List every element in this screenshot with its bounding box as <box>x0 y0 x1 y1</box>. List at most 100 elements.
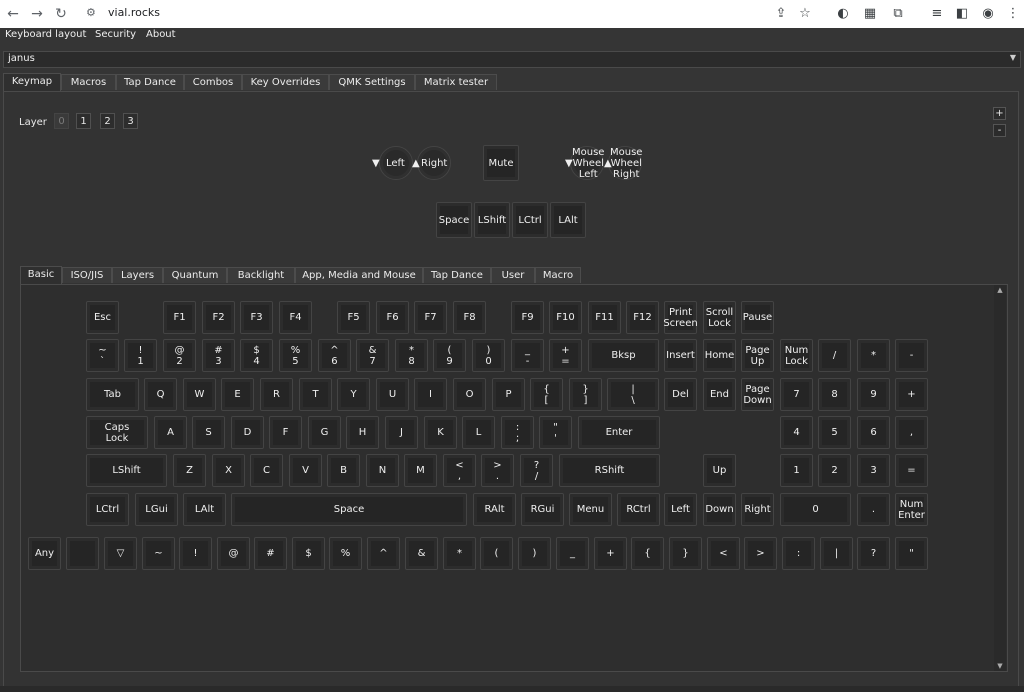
menu-security[interactable]: Security <box>95 29 136 40</box>
keycode-key[interactable]: D <box>231 416 264 449</box>
keycode-key[interactable]: - <box>895 339 928 372</box>
keycode-key[interactable]: 3 <box>857 454 890 487</box>
keycode-key[interactable]: Up <box>703 454 736 487</box>
keycode-key[interactable]: } <box>669 537 702 570</box>
keycode-key[interactable]: F1 <box>163 301 196 334</box>
layer-button-2[interactable]: 2 <box>100 113 115 129</box>
keycode-key[interactable]: Page Down <box>741 378 774 411</box>
keycode-key[interactable]: ) <box>518 537 551 570</box>
tab-qmk-settings[interactable]: QMK Settings <box>329 74 415 90</box>
keycode-key[interactable]: > <box>744 537 777 570</box>
keycode-key[interactable]: Down <box>703 493 736 526</box>
keycode-key[interactable]: _ <box>556 537 589 570</box>
keycode-key[interactable]: ( <box>480 537 513 570</box>
keycode-key[interactable]: % <box>329 537 362 570</box>
keycode-key[interactable]: = <box>895 454 928 487</box>
keycode-key[interactable]: F6 <box>376 301 409 334</box>
keycode-key[interactable]: R <box>260 378 293 411</box>
keycode-key[interactable]: F11 <box>588 301 621 334</box>
keycode-key[interactable]: Pause <box>741 301 774 334</box>
keycode-key[interactable]: H <box>346 416 379 449</box>
keycode-key[interactable]: 2 <box>818 454 851 487</box>
keycode-key[interactable]: Print Screen <box>663 301 698 334</box>
keycode-key[interactable]: $ <box>292 537 325 570</box>
tab-macros[interactable]: Macros <box>61 74 116 90</box>
keycode-key[interactable]: Num Enter <box>895 493 928 526</box>
keycode-key[interactable]: C <box>250 454 283 487</box>
scroll-down-icon[interactable]: ▼ <box>994 661 1006 671</box>
keycode-key[interactable]: " ' <box>539 416 572 449</box>
tab-macro[interactable]: Macro <box>535 267 581 283</box>
keycode-key[interactable]: 7 <box>780 378 813 411</box>
reload-icon[interactable]: ↻ <box>50 3 72 25</box>
keycode-key[interactable]: ^ <box>367 537 400 570</box>
keycode-key[interactable]: Y <box>337 378 370 411</box>
keycode-key[interactable]: " <box>895 537 928 570</box>
keycode-key[interactable]: ) 0 <box>472 339 505 372</box>
keycode-key[interactable]: : <box>782 537 815 570</box>
tab-iso-jis[interactable]: ISO/JIS <box>62 267 112 283</box>
keycode-key[interactable]: F3 <box>240 301 273 334</box>
tab-basic[interactable]: Basic <box>20 266 62 284</box>
avatar[interactable]: ◉ <box>978 4 998 24</box>
keycode-key[interactable]: / <box>818 339 851 372</box>
thumb-key-space[interactable]: Space <box>436 202 472 238</box>
keycode-key[interactable]: Scroll Lock <box>703 301 736 334</box>
keycode-key[interactable]: LAlt <box>183 493 226 526</box>
thumb-key-lctrl[interactable]: LCtrl <box>512 202 548 238</box>
keycode-key[interactable]: F7 <box>414 301 447 334</box>
keycode-key[interactable]: # <box>254 537 287 570</box>
keycode-key[interactable]: _ - <box>511 339 544 372</box>
site-info-icon[interactable]: ⚙ <box>86 6 96 19</box>
keycode-key[interactable]: V <box>289 454 322 487</box>
keycode-key[interactable]: Any <box>28 537 61 570</box>
keycode-key[interactable]: 4 <box>780 416 813 449</box>
keycode-key[interactable]: $ 4 <box>240 339 273 372</box>
keycode-key[interactable]: F8 <box>453 301 486 334</box>
keycode-key[interactable]: Page Up <box>741 339 774 372</box>
extension-icon[interactable]: ◐ <box>833 4 853 24</box>
keycode-key[interactable]: @ 2 <box>163 339 196 372</box>
keycode-key[interactable]: ! 1 <box>124 339 157 372</box>
keycode-key[interactable]: Tab <box>86 378 139 411</box>
keycode-key[interactable]: 5 <box>818 416 851 449</box>
keycode-key[interactable]: I <box>414 378 447 411</box>
tab-quantum[interactable]: Quantum <box>163 267 227 283</box>
keycode-key[interactable]: ? <box>857 537 890 570</box>
keycode-key[interactable]: % 5 <box>279 339 312 372</box>
keycode-key[interactable]: Menu <box>569 493 612 526</box>
tab-layers[interactable]: Layers <box>112 267 163 283</box>
keycode-key[interactable]: LShift <box>86 454 167 487</box>
keycode-key[interactable]: & <box>405 537 438 570</box>
keycode-key[interactable]: + <box>594 537 627 570</box>
keycode-key[interactable]: # 3 <box>202 339 235 372</box>
keycode-key[interactable]: Q <box>144 378 177 411</box>
keycode-key[interactable]: F9 <box>511 301 544 334</box>
keycode-key[interactable]: 1 <box>780 454 813 487</box>
keycode-key[interactable]: W <box>183 378 216 411</box>
keycode-key[interactable]: E <box>221 378 254 411</box>
puzzle-icon[interactable]: ⧉ <box>888 4 908 24</box>
keycode-key[interactable]: J <box>385 416 418 449</box>
keycode-key[interactable]: F2 <box>202 301 235 334</box>
tab-tap-dance-keys[interactable]: Tap Dance <box>423 267 491 283</box>
more-menu-icon[interactable]: ⋮ <box>1003 4 1023 24</box>
keycode-key[interactable]: L <box>462 416 495 449</box>
menu-keyboard-layout[interactable]: Keyboard layout <box>5 29 86 40</box>
keycode-key[interactable]: S <box>192 416 225 449</box>
keycode-key[interactable]: + = <box>549 339 582 372</box>
keycode-key[interactable]: ! <box>179 537 212 570</box>
keycode-key[interactable]: Bksp <box>588 339 659 372</box>
keycode-key[interactable]: { [ <box>530 378 563 411</box>
keycode-key[interactable]: F12 <box>626 301 659 334</box>
keycode-key[interactable]: 8 <box>818 378 851 411</box>
arrow-right-icon[interactable]: → <box>26 3 48 25</box>
keycode-key[interactable]: P <box>492 378 525 411</box>
share-icon[interactable]: ⇪ <box>771 4 791 24</box>
keycode-key[interactable]: 6 <box>857 416 890 449</box>
keycode-key[interactable]: ^ 6 <box>318 339 351 372</box>
tab-matrix-tester[interactable]: Matrix tester <box>415 74 497 90</box>
keycode-key[interactable]: > . <box>481 454 514 487</box>
keycode-key[interactable] <box>66 537 99 570</box>
keycode-key[interactable]: { <box>631 537 664 570</box>
